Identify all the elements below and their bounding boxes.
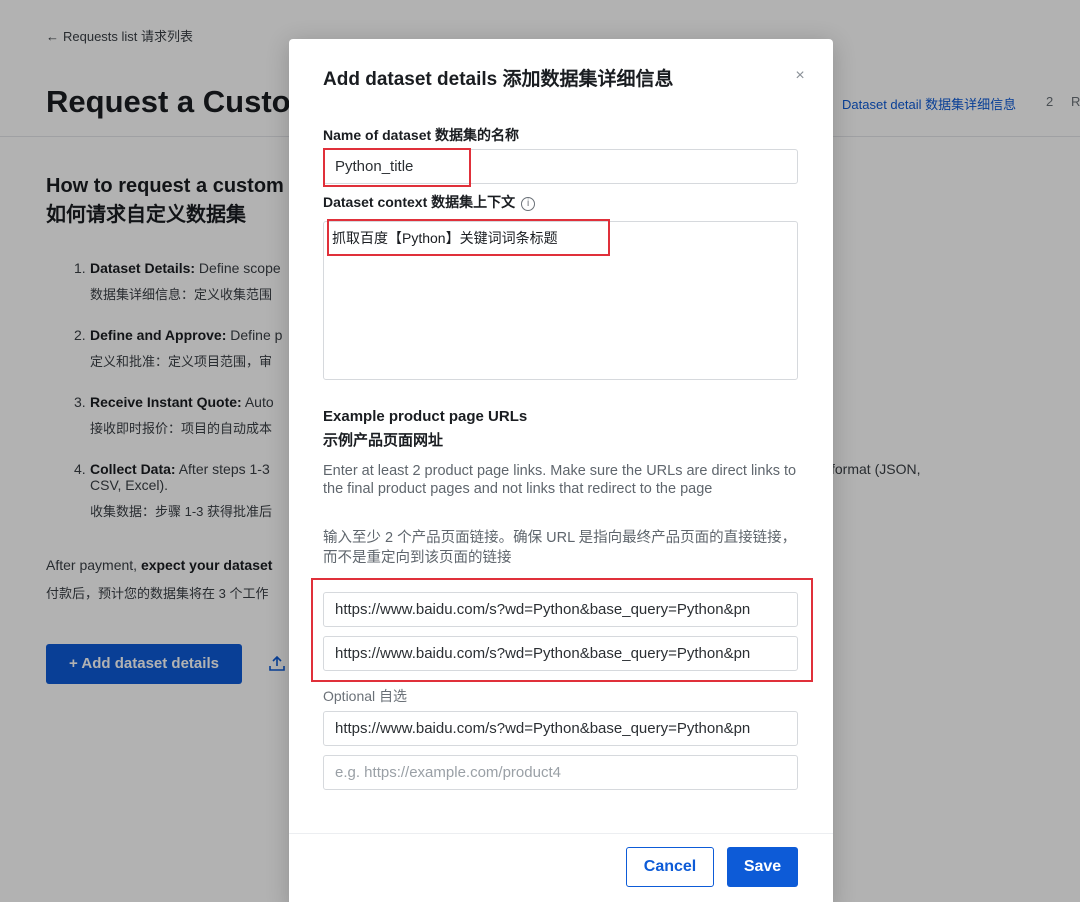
example-urls-label-zh: 示例产品页面网址 bbox=[323, 432, 444, 449]
dataset-name-label: Name of dataset 数据集的名称 bbox=[323, 127, 520, 143]
urls-help-text-zh: 输入至少 2 个产品页面链接。确保 URL 是指向最终产品页面的直接链接，而不是… bbox=[323, 530, 797, 566]
info-icon[interactable]: i bbox=[521, 197, 536, 211]
url-input-1[interactable]: https://www.baidu.com/s?wd=Python&base_q… bbox=[323, 592, 798, 627]
url-input-optional-2[interactable]: e.g. https://example.com/product4 bbox=[323, 755, 798, 790]
dataset-name-input[interactable]: Python_title bbox=[323, 149, 798, 184]
example-urls-label-en: Example product page URLs bbox=[323, 408, 528, 425]
add-dataset-modal: Add dataset details 添加数据集详细信息 × Name of … bbox=[289, 39, 833, 902]
dataset-context-label: Dataset context 数据集上下文 i bbox=[323, 192, 536, 212]
dataset-context-value: 抓取百度【Python】关键词词条标题 bbox=[332, 230, 558, 246]
optional-label: Optional 自选 bbox=[323, 688, 408, 704]
example-urls-label: Example product page URLs 示例产品页面网址 bbox=[323, 405, 527, 453]
cancel-button[interactable]: Cancel bbox=[626, 847, 714, 887]
url-input-2[interactable]: https://www.baidu.com/s?wd=Python&base_q… bbox=[323, 636, 798, 671]
dataset-context-label-text: Dataset context 数据集上下文 bbox=[323, 194, 516, 210]
save-button[interactable]: Save bbox=[727, 847, 798, 887]
modal-footer-divider bbox=[289, 833, 833, 834]
modal-title: Add dataset details 添加数据集详细信息 bbox=[323, 69, 674, 90]
url-input-optional-1[interactable]: https://www.baidu.com/s?wd=Python&base_q… bbox=[323, 711, 798, 746]
dataset-context-textarea[interactable]: 抓取百度【Python】关键词词条标题 bbox=[323, 221, 798, 380]
urls-help-text-en: Enter at least 2 product page links. Mak… bbox=[323, 463, 797, 497]
close-icon[interactable]: × bbox=[793, 68, 807, 84]
